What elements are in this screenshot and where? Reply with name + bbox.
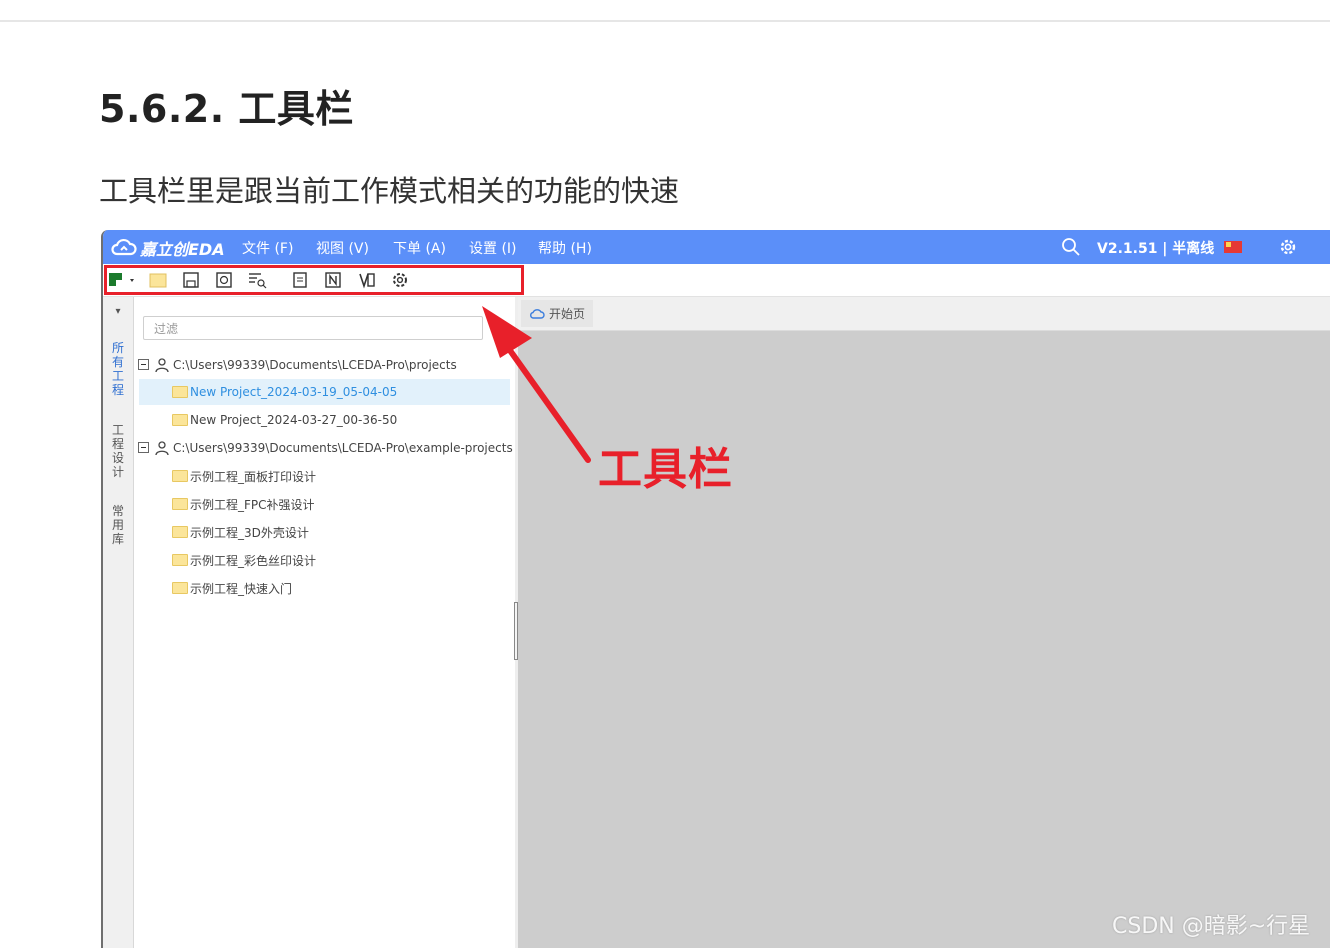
- menu-bar: 嘉立创EDA 文件 (F) 视图 (V) 下单 (A) 设置 (I) 帮助 (H…: [103, 230, 1330, 264]
- tree-project-row[interactable]: New Project_2024-03-27_00-36-50: [139, 407, 510, 433]
- gear-icon[interactable]: [1278, 237, 1298, 261]
- language-flag-icon[interactable]: [1224, 241, 1242, 253]
- user-icon: [155, 441, 169, 456]
- tree-item-label: 示例工程_面板打印设计: [190, 469, 317, 484]
- folder-icon: [172, 582, 188, 594]
- top-divider: [0, 20, 1330, 22]
- cloud-logo-icon: [111, 238, 137, 256]
- project-panel: 过滤 C:\Users\99339\Documents\LCEDA-Pro\pr…: [134, 297, 515, 948]
- tree-item-label: 示例工程_3D外壳设计: [190, 525, 309, 540]
- collapse-icon[interactable]: [137, 441, 151, 455]
- section-heading: 5.6.2. 工具栏: [99, 87, 354, 131]
- vertical-tab-bar: ▾ 所有工程 工程设计 常用库: [103, 297, 134, 948]
- tree-item-label: C:\Users\99339\Documents\LCEDA-Pro\examp…: [173, 441, 513, 455]
- menu-order[interactable]: 下单 (A): [393, 238, 446, 258]
- document-tab-strip: 开始页: [518, 297, 1330, 331]
- section-paragraph: 工具栏里是跟当前工作模式相关的功能的快速: [99, 174, 680, 208]
- tree-root-row[interactable]: C:\Users\99339\Documents\LCEDA-Pro\examp…: [137, 435, 513, 461]
- folder-icon: [172, 470, 188, 482]
- annotation-label: 工具栏: [598, 444, 733, 495]
- annotation-arrow: [482, 306, 591, 463]
- folder-icon: [172, 526, 188, 538]
- workspace-canvas[interactable]: [518, 331, 1330, 948]
- tree-project-row[interactable]: 示例工程_3D外壳设计: [139, 519, 510, 545]
- folder-icon: [172, 386, 188, 398]
- tree-project-row[interactable]: New Project_2024-03-19_05-04-05: [139, 379, 510, 405]
- tree-root-row[interactable]: C:\Users\99339\Documents\LCEDA-Pro\proje…: [137, 352, 457, 378]
- tree-item-label: New Project_2024-03-27_00-36-50: [190, 413, 398, 427]
- tree-project-row[interactable]: 示例工程_FPC补强设计: [139, 491, 510, 517]
- filter-input[interactable]: 过滤: [143, 316, 483, 340]
- toolbar-highlight-box: [104, 265, 524, 295]
- menu-settings[interactable]: 设置 (I): [469, 238, 517, 258]
- tree-item-label: New Project_2024-03-19_05-04-05: [190, 385, 398, 399]
- collapse-icon[interactable]: [137, 358, 151, 372]
- app-logo-text: 嘉立创EDA: [140, 240, 225, 259]
- folder-icon: [172, 554, 188, 566]
- tab-project-design[interactable]: 工程设计: [111, 423, 125, 479]
- menu-file[interactable]: 文件 (F): [242, 238, 293, 258]
- search-icon[interactable]: [1061, 237, 1081, 261]
- tree-item-label: 示例工程_快速入门: [190, 581, 293, 596]
- menu-help[interactable]: 帮助 (H): [538, 238, 592, 258]
- watermark: CSDN @暗影~行星: [1112, 914, 1311, 939]
- app-logo: 嘉立创EDA: [111, 236, 225, 260]
- tree-item-label: 示例工程_彩色丝印设计: [190, 553, 317, 568]
- tree-item-label: C:\Users\99339\Documents\LCEDA-Pro\proje…: [173, 358, 457, 372]
- user-icon: [155, 358, 169, 373]
- menu-view[interactable]: 视图 (V): [316, 238, 369, 258]
- folder-icon: [172, 498, 188, 510]
- tab-all-projects[interactable]: 所有工程: [111, 341, 125, 397]
- tree-project-row[interactable]: 示例工程_面板打印设计: [139, 463, 510, 489]
- tree-project-row[interactable]: 示例工程_彩色丝印设计: [139, 547, 510, 573]
- folder-icon: [172, 414, 188, 426]
- tab-common-library[interactable]: 常用库: [111, 504, 125, 546]
- tree-project-row[interactable]: 示例工程_快速入门: [139, 575, 510, 601]
- version-label: V2.1.51 | 半离线: [1097, 241, 1215, 257]
- eda-screenshot: 嘉立创EDA 文件 (F) 视图 (V) 下单 (A) 设置 (I) 帮助 (H…: [101, 230, 1330, 948]
- tree-item-label: 示例工程_FPC补强设计: [190, 497, 315, 512]
- pin-icon[interactable]: ▾: [111, 305, 125, 319]
